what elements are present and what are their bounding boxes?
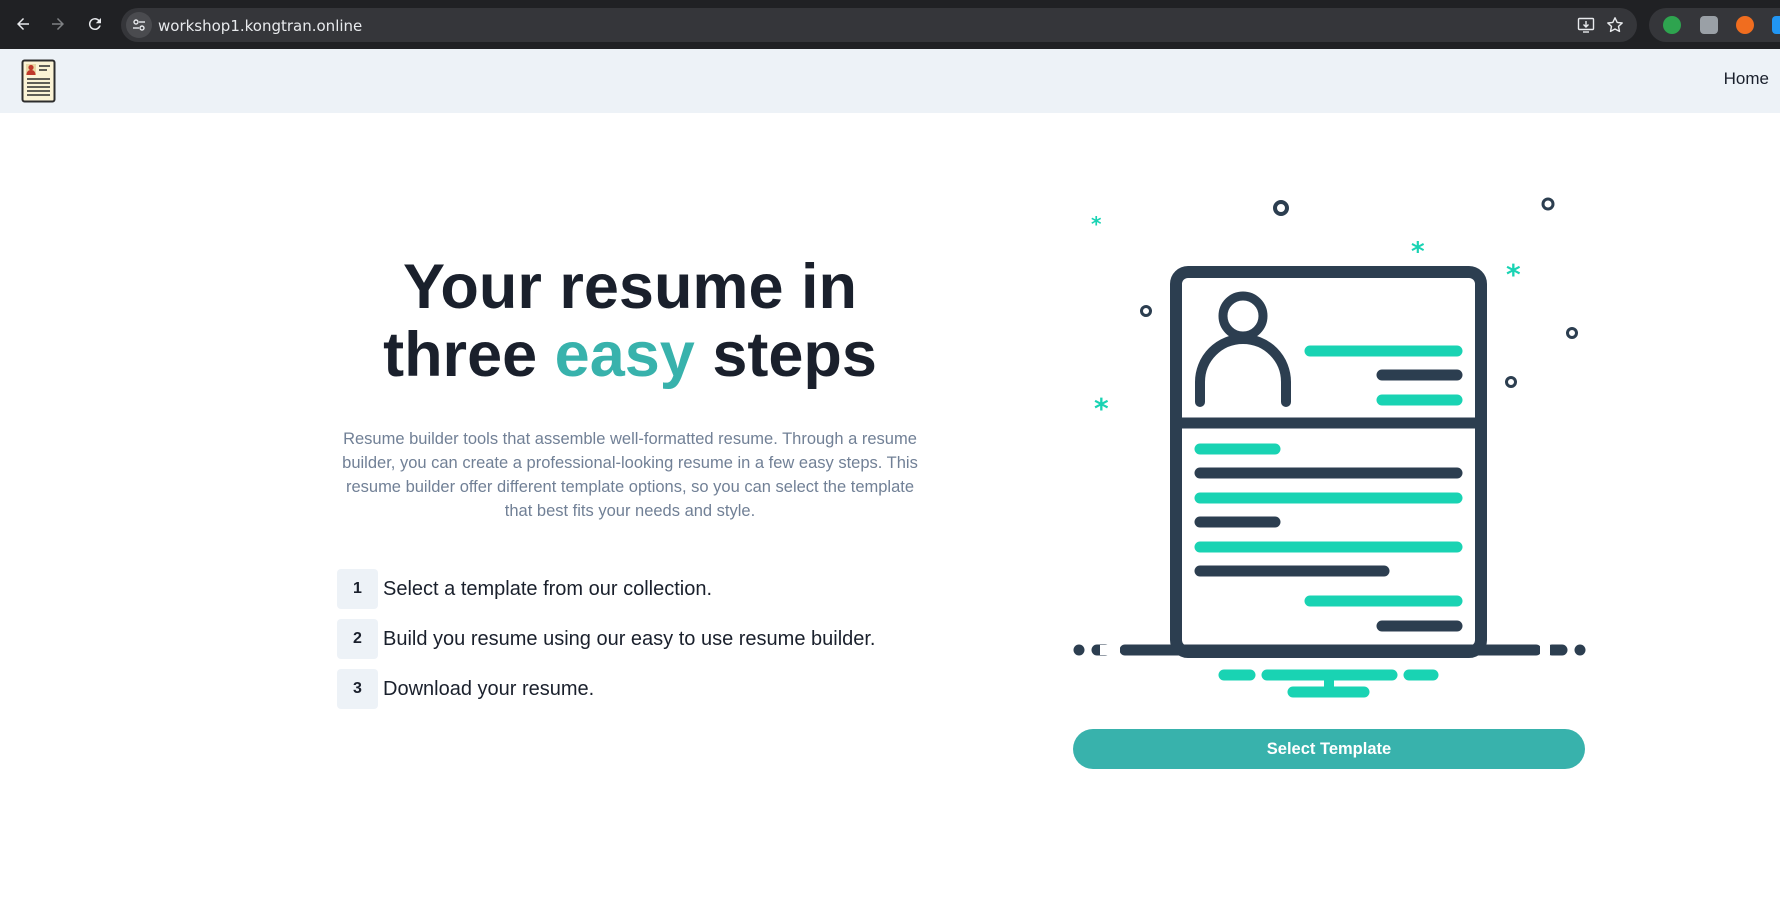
address-bar[interactable]: workshop1.kongtran.online (121, 8, 1637, 42)
decor-circle (1505, 376, 1517, 388)
back-button[interactable] (9, 10, 37, 38)
reload-icon (88, 18, 101, 31)
step-number-badge: 3 (337, 669, 378, 709)
browser-toolbar: workshop1.kongtran.online (0, 0, 1780, 49)
steps-list: 1 Select a template from our collection.… (337, 569, 937, 719)
step-number-badge: 1 (337, 569, 378, 609)
puzzle-extension-icon[interactable] (1700, 16, 1718, 34)
step-text: Build you resume using our easy to use r… (383, 627, 876, 650)
step-item: 1 Select a template from our collection. (337, 569, 937, 609)
decor-circle (1140, 305, 1152, 317)
shield-extension-icon[interactable] (1663, 16, 1681, 34)
resume-document-logo[interactable] (21, 59, 56, 103)
ground-dot (1574, 644, 1586, 656)
resume-frame (1170, 266, 1487, 658)
step-number-badge: 2 (337, 619, 378, 659)
site-info-icon (133, 19, 145, 31)
decor-circle (1273, 200, 1289, 216)
step-text: Download your resume. (383, 677, 595, 700)
rocket-extension-icon[interactable] (1736, 16, 1754, 34)
decor-asterisk: * (1411, 237, 1425, 267)
decor-asterisk: * (1091, 212, 1102, 236)
decor-asterisk: * (1094, 392, 1109, 425)
decor-circle (1541, 197, 1555, 211)
url-text[interactable]: workshop1.kongtran.online (158, 17, 362, 35)
decor-circle (1566, 327, 1578, 339)
hero-title-accent: easy (554, 320, 695, 390)
star-icon[interactable] (1606, 16, 1624, 34)
hero-title-line2-start: three (383, 320, 555, 390)
reload-button[interactable] (81, 10, 109, 38)
back-arrow-icon (17, 18, 29, 30)
avatar-head (1218, 291, 1268, 341)
hero-title-line2-end: steps (694, 320, 877, 390)
extensions-area (1649, 8, 1780, 42)
select-template-button[interactable]: Select Template (1073, 729, 1585, 769)
site-header: Home (0, 49, 1780, 113)
step-item: 3 Download your resume. (337, 669, 937, 709)
decor-asterisk: * (1506, 258, 1521, 291)
site-info-button[interactable] (126, 12, 152, 38)
stand-neck (1324, 675, 1334, 692)
hero-description: Resume builder tools that assemble well-… (342, 430, 918, 520)
forward-button[interactable] (44, 10, 72, 38)
ground-dot (1073, 644, 1085, 656)
install-app-icon[interactable] (1577, 16, 1595, 34)
drop-extension-icon[interactable] (1772, 16, 1780, 34)
forward-arrow-icon (52, 18, 64, 30)
hero-title: Your resume in three easy steps (330, 253, 930, 389)
nav-home-link[interactable]: Home (1724, 69, 1769, 89)
step-item: 2 Build you resume using our easy to use… (337, 619, 937, 659)
hero-title-line1: Your resume in (403, 252, 857, 322)
step-text: Select a template from our collection. (383, 577, 713, 600)
resume-illustration: * * * * (1073, 197, 1586, 698)
avatar-body (1195, 334, 1291, 407)
